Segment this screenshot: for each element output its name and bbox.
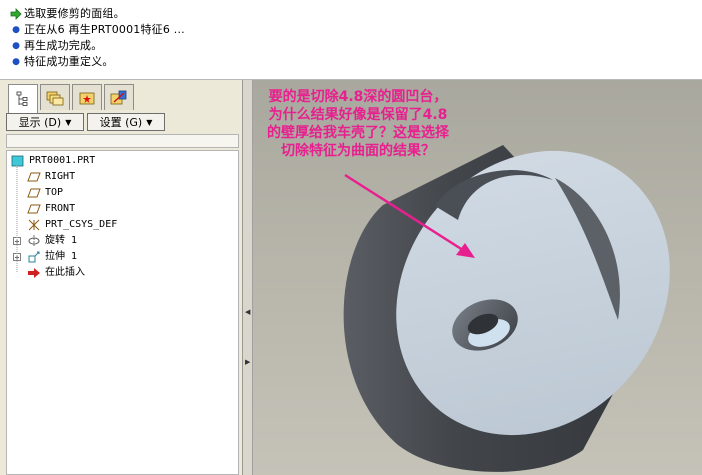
tree-filter-bar bbox=[6, 134, 239, 148]
message-text: 正在从6 再生PRT0001特征6 ... bbox=[24, 23, 185, 36]
tree-connectors bbox=[16, 165, 18, 273]
bullet-icon: ● bbox=[12, 57, 20, 67]
chevron-down-icon: ▼ bbox=[146, 117, 153, 127]
message-line: ● 正在从6 再生PRT0001特征6 ... bbox=[10, 22, 702, 38]
message-text: 特征成功重定义。 bbox=[24, 55, 114, 68]
graphics-window[interactable]: 要的是切除4.8深的圆凹台，为什么结果好像是保留了4.8的壁厚给我车壳了？这是选… bbox=[253, 80, 702, 475]
favorites-icon bbox=[79, 92, 95, 104]
tree-root-label: PRT0001.PRT bbox=[29, 155, 96, 166]
collapse-left-icon[interactable]: ◀ bbox=[245, 308, 250, 316]
connections-tab[interactable] bbox=[104, 84, 134, 110]
favorites-tab[interactable] bbox=[72, 84, 102, 110]
message-area: 选取要修剪的面组。 ● 正在从6 再生PRT0001特征6 ... ● 再生成功… bbox=[0, 0, 702, 80]
tree-item-label: 旋转 1 bbox=[45, 235, 78, 246]
annotation-text: 要的是切除4.8深的圆凹台，为什么结果好像是保留了4.8的壁厚给我车壳了？这是选… bbox=[267, 89, 449, 159]
display-button[interactable]: 显示 (D) ▼ bbox=[6, 113, 84, 131]
tree-item-label: PRT_CSYS_DEF bbox=[45, 219, 118, 230]
bullet-icon: ● bbox=[12, 41, 20, 51]
message-line: ● 再生成功完成。 bbox=[10, 38, 702, 54]
model-tree: PRT0001.PRT RIGHT TOP FRONT PRT_CSYS_DEF… bbox=[6, 150, 239, 475]
chevron-down-icon: ▼ bbox=[65, 117, 72, 127]
folder-browser-tab[interactable] bbox=[40, 84, 70, 110]
tree-icon bbox=[16, 91, 28, 106]
display-button-label: 显示 (D) bbox=[18, 116, 62, 129]
tree-item-csys[interactable]: PRT_CSYS_DEF bbox=[27, 217, 117, 233]
message-line: ● 特征成功重定义。 bbox=[10, 54, 702, 70]
settings-button[interactable]: 设置 (G) ▼ bbox=[87, 113, 165, 131]
folders-icon bbox=[46, 91, 64, 105]
tree-item-label: RIGHT bbox=[45, 171, 76, 182]
green-arrow-icon bbox=[10, 8, 22, 20]
tree-item-label: TOP bbox=[45, 187, 64, 198]
tree-item-label: FRONT bbox=[45, 203, 76, 214]
bullet-icon: ● bbox=[12, 25, 20, 35]
message-text: 再生成功完成。 bbox=[24, 39, 103, 52]
settings-button-label: 设置 (G) bbox=[99, 116, 143, 129]
model-tree-tab[interactable] bbox=[8, 84, 38, 113]
message-text: 选取要修剪的面组。 bbox=[24, 7, 125, 20]
panel-splitter[interactable]: ◀ ▶ bbox=[243, 80, 253, 475]
tree-item-label: 在此插入 bbox=[45, 267, 85, 278]
connections-icon bbox=[110, 90, 127, 104]
tree-toolbar: 显示 (D) ▼ 设置 (G) ▼ bbox=[6, 113, 168, 131]
tree-item-label: 拉伸 1 bbox=[45, 251, 78, 262]
navigator-tabs bbox=[8, 84, 136, 113]
expand-right-icon[interactable]: ▶ bbox=[245, 358, 250, 366]
message-line: 选取要修剪的面组。 bbox=[10, 6, 702, 22]
navigator-panel: 显示 (D) ▼ 设置 (G) ▼ PRT0001.PRT RIGHT TOP bbox=[0, 80, 243, 475]
